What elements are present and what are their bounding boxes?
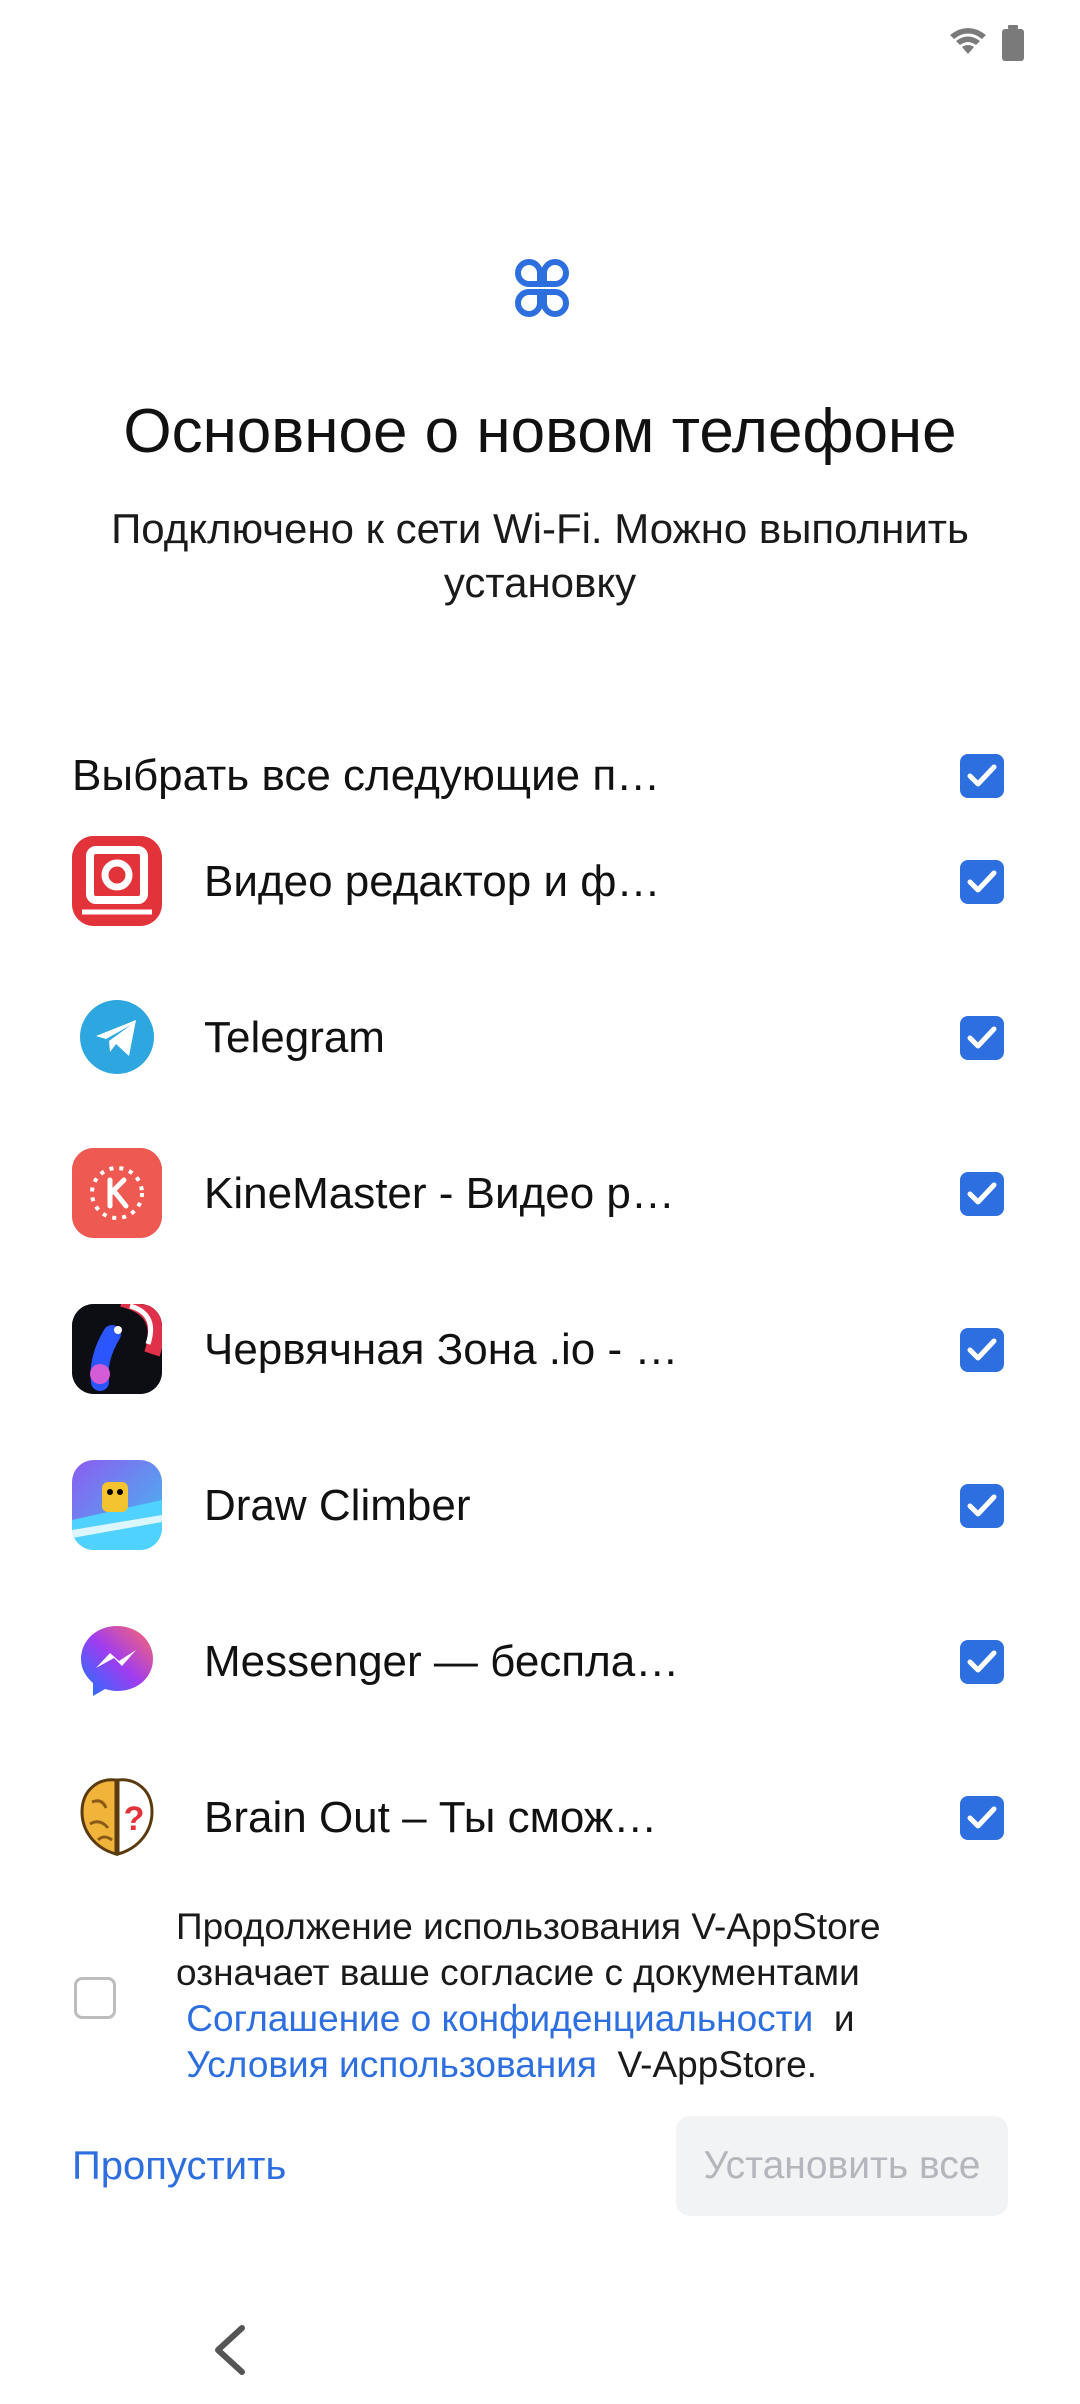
consent-checkbox[interactable] bbox=[74, 1977, 116, 2019]
consent-text: Продолжение использования V-AppStore озн… bbox=[176, 1904, 996, 2088]
worm-zone-icon bbox=[72, 1304, 162, 1394]
app-checkbox[interactable] bbox=[960, 1484, 1004, 1528]
app-checkbox[interactable] bbox=[960, 860, 1004, 904]
app-name: Видео редактор и ф… bbox=[204, 857, 661, 906]
messenger-icon bbox=[72, 1616, 162, 1706]
app-name: Telegram bbox=[204, 1013, 385, 1062]
checkmark-icon bbox=[967, 1650, 997, 1673]
app-name: Messenger — бесплa… bbox=[204, 1637, 680, 1686]
checkmark-icon bbox=[967, 1026, 997, 1049]
app-checkbox[interactable] bbox=[960, 1172, 1004, 1216]
brain-out-icon: ? bbox=[72, 1772, 162, 1862]
app-row[interactable]: KineMaster - Видео р… bbox=[0, 1144, 1080, 1244]
select-all-row[interactable]: Выбрать все следующие п… bbox=[0, 726, 1080, 826]
app-row[interactable]: Червячная Зона .io - … bbox=[0, 1300, 1080, 1400]
app-name: KineMaster - Видео р… bbox=[204, 1169, 675, 1218]
app-name: Draw Climber bbox=[204, 1481, 471, 1530]
consent-text-after: V-AppStore. bbox=[617, 2044, 818, 2085]
app-row[interactable]: Messenger — бесплa… bbox=[0, 1612, 1080, 1712]
app-checkbox[interactable] bbox=[960, 1016, 1004, 1060]
consent-text-before: Продолжение использования V-AppStore озн… bbox=[176, 1906, 881, 1993]
checkmark-icon bbox=[967, 764, 997, 787]
select-all-label: Выбрать все следующие п… bbox=[72, 751, 661, 800]
telegram-icon bbox=[72, 992, 162, 1082]
app-checkbox[interactable] bbox=[960, 1796, 1004, 1840]
status-bar bbox=[0, 0, 1080, 80]
app-row[interactable]: ? Brain Out – Ты смож… bbox=[0, 1768, 1080, 1868]
app-row[interactable]: Draw Climber bbox=[0, 1456, 1080, 1556]
app-checkbox[interactable] bbox=[960, 1328, 1004, 1372]
terms-of-use-link[interactable]: Условия использования bbox=[186, 2044, 597, 2085]
app-logo-icon bbox=[515, 259, 569, 317]
consent-and: и bbox=[833, 1998, 855, 2039]
app-name: Червячная Зона .io - … bbox=[204, 1325, 679, 1374]
draw-climber-icon bbox=[72, 1460, 162, 1550]
app-checkbox[interactable] bbox=[960, 1640, 1004, 1684]
checkmark-icon bbox=[967, 870, 997, 893]
app-row[interactable]: Видео редактор и ф… bbox=[0, 832, 1080, 932]
app-row[interactable]: Telegram bbox=[0, 988, 1080, 1088]
skip-button[interactable]: Пропустить bbox=[72, 2140, 286, 2192]
video-editor-icon bbox=[72, 836, 162, 926]
select-all-checkbox[interactable] bbox=[960, 754, 1004, 798]
privacy-agreement-link[interactable]: Соглашение о конфиденциальности bbox=[186, 1998, 813, 2039]
battery-icon bbox=[1002, 25, 1024, 61]
page-title: Основное о новом телефоне bbox=[123, 397, 957, 466]
checkmark-icon bbox=[967, 1182, 997, 1205]
back-chevron-icon[interactable] bbox=[204, 2320, 254, 2380]
wifi-icon bbox=[950, 28, 986, 54]
svg-text:?: ? bbox=[124, 1800, 145, 1838]
checkmark-icon bbox=[967, 1338, 997, 1361]
install-all-button[interactable]: Установить все bbox=[676, 2116, 1008, 2216]
app-name: Brain Out – Ты смож… bbox=[204, 1793, 658, 1842]
page-subtitle: Подключено к сети Wi-Fi. Можно выполнить… bbox=[111, 505, 969, 606]
checkmark-icon bbox=[967, 1494, 997, 1517]
checkmark-icon bbox=[967, 1806, 997, 1829]
kinemaster-icon bbox=[72, 1148, 162, 1238]
